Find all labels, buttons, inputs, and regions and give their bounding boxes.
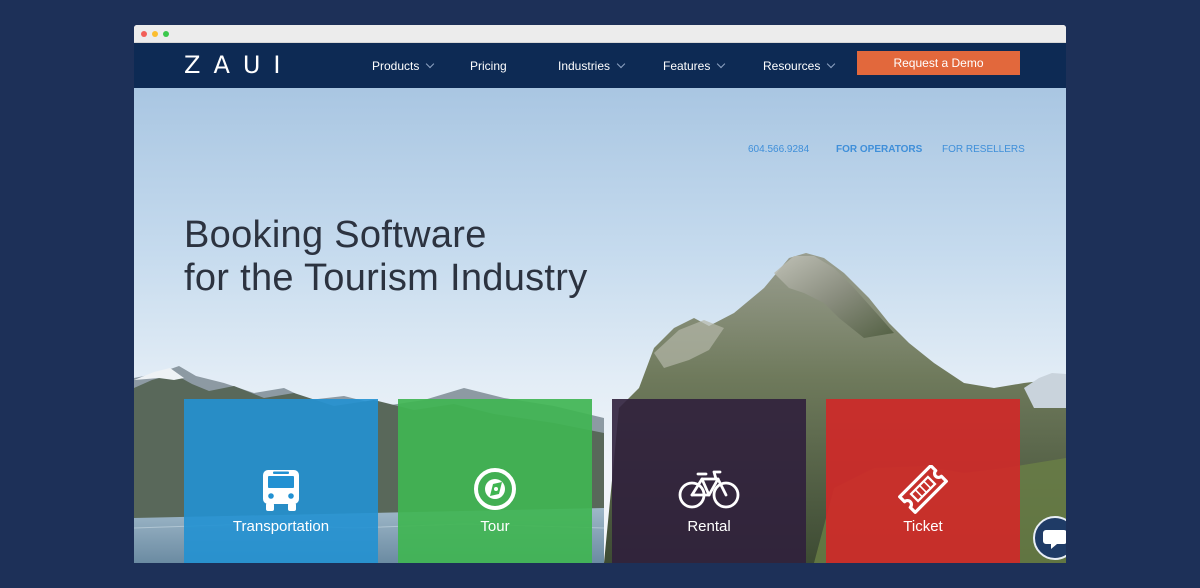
- nav-item-label: Resources: [763, 59, 821, 73]
- bicycle-icon: [678, 470, 740, 509]
- chat-widget-button[interactable]: [1033, 516, 1066, 560]
- for-resellers-link[interactable]: FOR RESELLERS: [942, 144, 1025, 156]
- chevron-down-icon: [426, 59, 435, 69]
- nav-item-label: Industries: [558, 59, 611, 73]
- minimize-window-dot[interactable]: [152, 31, 158, 37]
- tile-tour[interactable]: Tour: [398, 399, 592, 563]
- tile-rental[interactable]: Rental: [612, 399, 806, 563]
- hero-headline-line1: Booking Software: [184, 214, 487, 256]
- browser-chrome: [134, 25, 1066, 43]
- nav-item-industries[interactable]: Industries: [558, 57, 626, 75]
- zaui-logo[interactable]: ZAUI: [184, 51, 294, 79]
- request-demo-button[interactable]: Request a Demo: [857, 51, 1020, 75]
- hero-headline-line2: for the Tourism Industry: [184, 257, 588, 299]
- nav-item-label: Pricing: [470, 59, 507, 73]
- chevron-down-icon: [616, 59, 626, 69]
- nav-item-label: Products: [372, 59, 420, 73]
- tile-transportation[interactable]: Transportation: [184, 399, 378, 563]
- chat-bubble-icon: [1043, 530, 1066, 549]
- main-navigation: ZAUI Products Pricing Industries Feature…: [134, 43, 1066, 88]
- chevron-down-icon: [827, 59, 836, 69]
- ticket-icon: [898, 465, 948, 514]
- tile-label: Transportation: [232, 518, 330, 535]
- nav-item-pricing[interactable]: Pricing: [470, 57, 507, 75]
- hero-headline: Booking Software for the Tourism Industr…: [184, 214, 588, 300]
- tile-label: Rental: [687, 518, 731, 535]
- close-window-dot[interactable]: [141, 31, 147, 37]
- tile-label: Tour: [480, 518, 510, 535]
- nav-item-label: Features: [663, 59, 711, 73]
- compass-icon: [474, 468, 516, 510]
- browser-window: ZAUI Products Pricing Industries Feature…: [134, 25, 1066, 563]
- for-operators-link[interactable]: FOR OPERATORS: [836, 144, 922, 156]
- nav-item-features[interactable]: Features: [663, 57, 726, 75]
- chevron-down-icon: [717, 59, 726, 69]
- tile-label: Ticket: [903, 518, 943, 535]
- nav-item-products[interactable]: Products: [372, 57, 435, 75]
- tile-ticket[interactable]: Ticket: [826, 399, 1020, 563]
- phone-number-link[interactable]: 604.566.9284: [748, 144, 809, 156]
- hero-section: 604.566.9284 FOR OPERATORS FOR RESELLERS…: [134, 88, 1066, 563]
- bus-icon: [263, 470, 299, 511]
- maximize-window-dot[interactable]: [163, 31, 169, 37]
- nav-item-resources[interactable]: Resources: [763, 57, 836, 75]
